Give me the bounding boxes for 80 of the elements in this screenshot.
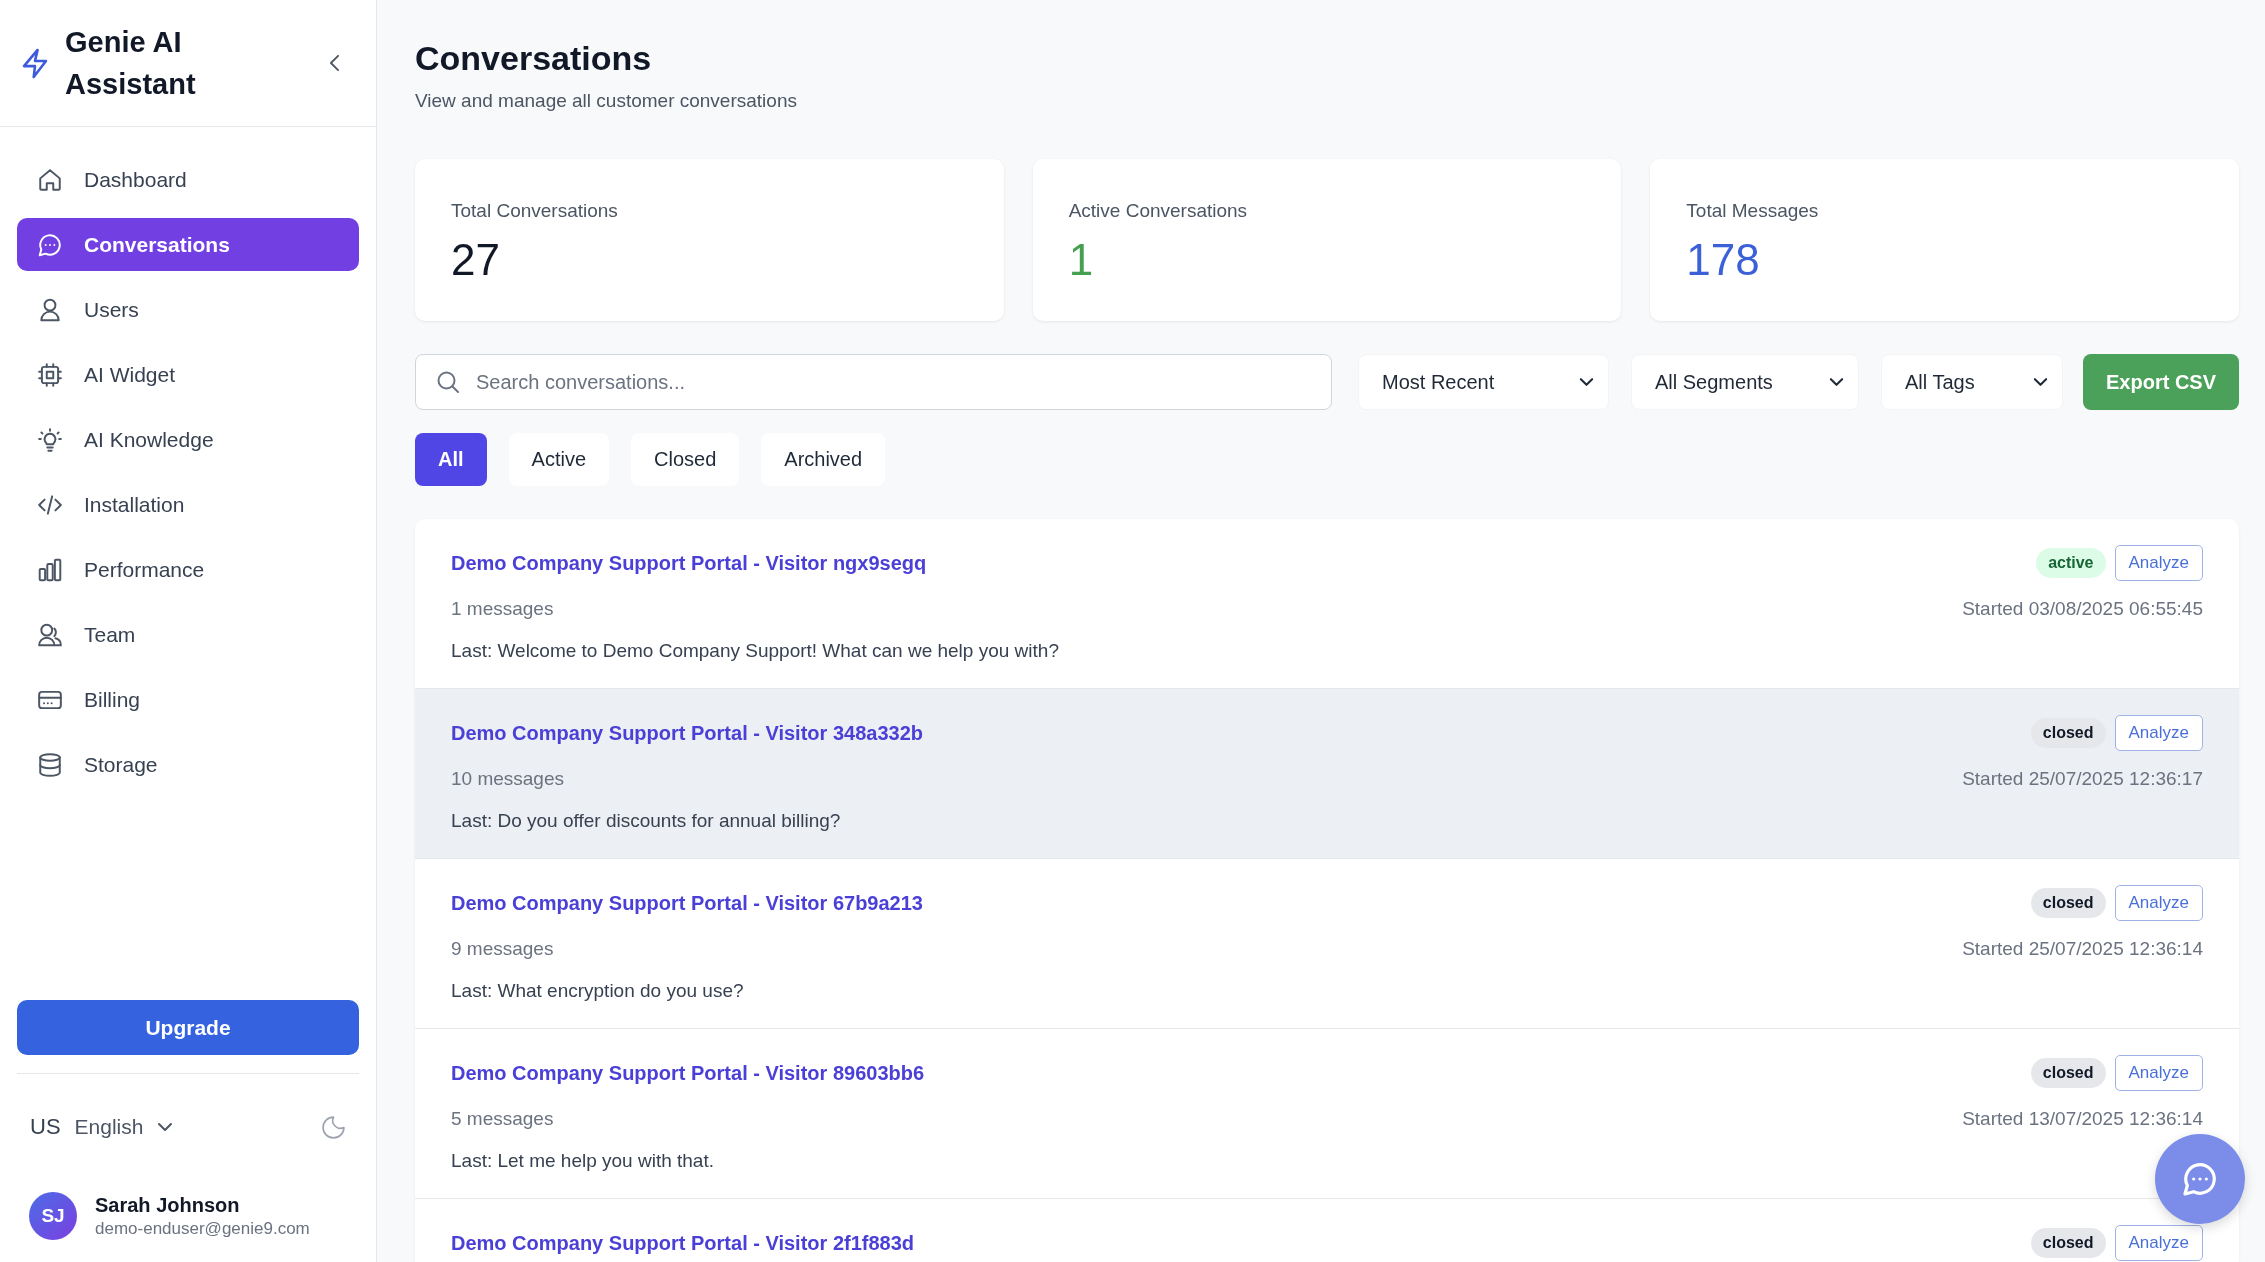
analyze-button[interactable]: Analyze <box>2114 1055 2203 1091</box>
message-count: 9 messages <box>451 937 554 961</box>
sidebar-item[interactable]: Performance <box>17 543 359 596</box>
filter-tab[interactable]: Active <box>508 433 610 486</box>
user-email: demo-enduser@genie9.com <box>95 1218 310 1240</box>
last-message: Last: Let me help you with that. <box>451 1149 715 1173</box>
chat-bubble-icon <box>2181 1160 2219 1198</box>
start-time: Started 13/07/2025 12:36:14 <box>1962 1107 2203 1131</box>
chevron-down-icon <box>2033 377 2048 387</box>
status-badge: closed <box>2030 718 2106 748</box>
start-time: Started 25/07/2025 12:36:14 <box>1962 937 2203 961</box>
message-count: 10 messages <box>451 767 564 791</box>
country-code: US <box>30 1114 61 1140</box>
filter-tab[interactable]: All <box>415 433 487 486</box>
status-badge: closed <box>2030 1228 2106 1258</box>
sidebar-item[interactable]: Storage <box>17 738 359 791</box>
filter-dropdown[interactable]: All Tags <box>1881 354 2063 410</box>
search-icon <box>436 370 460 394</box>
sidebar-item[interactable]: Installation <box>17 478 359 531</box>
conversation-row[interactable]: Demo Company Support Portal - Visitor 67b9a213 closed Analyze 9 messages Started 25/07/2025 12:36:14 Last: What encryption do you use? <box>415 859 2239 1029</box>
analyze-button[interactable]: Analyze <box>2114 885 2203 921</box>
database-icon <box>37 751 63 778</box>
filter-tab[interactable]: Closed <box>631 433 740 486</box>
filter-dropdown[interactable]: All Segments <box>1631 354 1859 410</box>
moon-icon[interactable] <box>321 1114 346 1140</box>
language-dropdown[interactable]: English <box>74 1115 174 1139</box>
conversation-title-link[interactable]: Demo Company Support Portal - Visitor 89603bb6 <box>451 1061 925 1085</box>
bar-chart-icon <box>37 556 63 583</box>
lightbulb-icon <box>37 426 63 453</box>
analyze-button[interactable]: Analyze <box>2114 1225 2203 1261</box>
conversation-title-link[interactable]: Demo Company Support Portal - Visitor 348a332b <box>451 721 923 745</box>
upgrade-button[interactable]: Upgrade <box>17 1000 359 1055</box>
page-title: Conversations <box>415 38 653 78</box>
page-subtitle: View and manage all customer conversations <box>415 89 798 113</box>
stat-value: 1 <box>1068 234 1095 286</box>
message-count: 1 messages <box>451 597 554 621</box>
conversation-row[interactable]: Demo Company Support Portal - Visitor 348a332b closed Analyze 10 messages Started 25/07/2025 12:36:17 Last: Do you offer discounts for annual billing? <box>415 689 2239 859</box>
status-badge: active <box>2036 548 2106 578</box>
sidebar-item[interactable]: Team <box>17 608 359 661</box>
stat-label: Total Messages <box>1686 199 1820 223</box>
status-badge: closed <box>2030 888 2106 918</box>
chevron-down-icon <box>157 1122 174 1132</box>
last-message: Last: What encryption do you use? <box>451 979 745 1003</box>
user-avatar: SJ <box>29 1192 77 1240</box>
last-message: Last: Do you offer discounts for annual billing? <box>451 809 842 833</box>
filter-dropdown[interactable]: Most Recent <box>1358 354 1609 410</box>
analyze-button[interactable]: Analyze <box>2114 545 2203 581</box>
sidebar-item[interactable]: AI Knowledge <box>17 413 359 466</box>
lightning-bolt-icon <box>22 47 48 79</box>
chip-icon <box>37 361 63 388</box>
start-time: Started 03/08/2025 06:55:45 <box>1962 597 2203 621</box>
start-time: Started 25/07/2025 12:36:17 <box>1962 767 2203 791</box>
search-field[interactable]: Search conversations... <box>415 354 1332 410</box>
collapse-chevron-icon[interactable] <box>329 54 340 72</box>
person-icon <box>37 296 63 323</box>
conversation-title-link[interactable]: Demo Company Support Portal - Visitor 2f1f883d <box>451 1231 915 1255</box>
chevron-down-icon <box>1829 377 1844 387</box>
chat-bubble-icon <box>37 231 63 258</box>
sidebar-item[interactable]: Conversations <box>17 218 359 271</box>
people-icon <box>37 621 63 648</box>
stat-value: 27 <box>451 234 501 286</box>
chevron-down-icon <box>1579 377 1594 387</box>
status-badge: closed <box>2030 1058 2106 1088</box>
sidebar-item[interactable]: Users <box>17 283 359 336</box>
stat-label: Total Conversations <box>451 199 619 223</box>
sidebar-item[interactable]: Dashboard <box>17 153 359 206</box>
filter-tab[interactable]: Archived <box>761 433 886 486</box>
last-message: Last: Welcome to Demo Company Support! What can we help you with? <box>451 639 1060 663</box>
conversation-title-link[interactable]: Demo Company Support Portal - Visitor 67b9a213 <box>451 891 923 915</box>
stat-value: 178 <box>1686 234 1761 286</box>
sidebar-item[interactable]: AI Widget <box>17 348 359 401</box>
analyze-button[interactable]: Analyze <box>2114 715 2203 751</box>
sidebar-item[interactable]: Billing <box>17 673 359 726</box>
message-count: 5 messages <box>451 1107 554 1131</box>
conversation-title-link[interactable]: Demo Company Support Portal - Visitor ngx9segq <box>451 551 927 575</box>
house-icon <box>37 166 63 193</box>
stat-label: Active Conversations <box>1068 199 1249 223</box>
user-name: Sarah Johnson <box>95 1193 241 1218</box>
conversation-row[interactable]: Demo Company Support Portal - Visitor 2f1f883d closed Analyze <box>415 1199 2239 1261</box>
app-title: Genie AI Assistant <box>65 25 197 102</box>
